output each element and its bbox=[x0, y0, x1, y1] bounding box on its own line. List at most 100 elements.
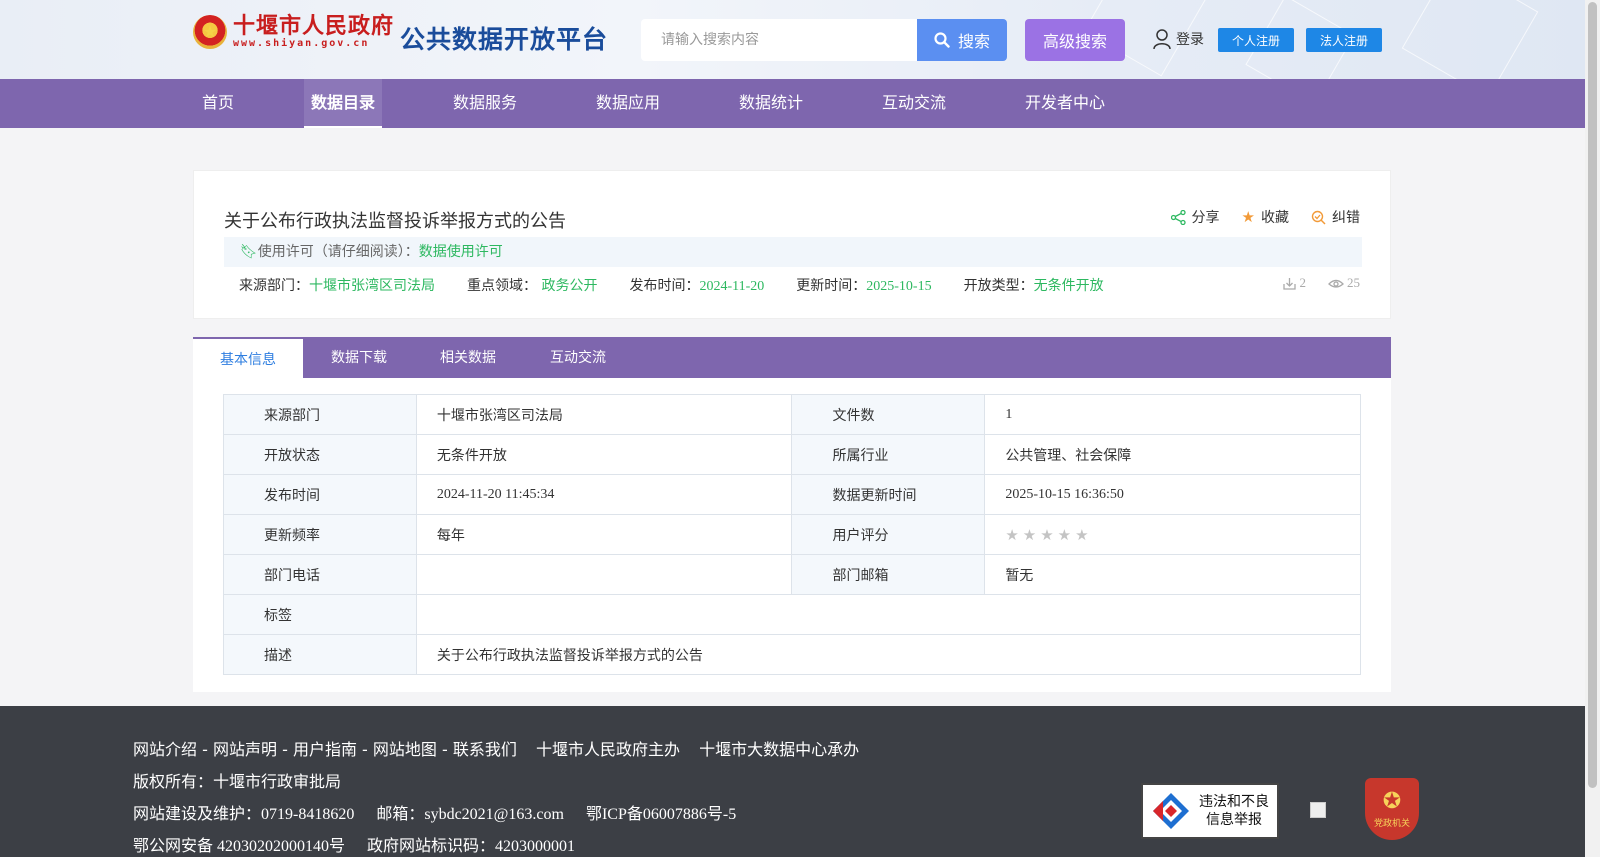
user-icon bbox=[1153, 29, 1171, 50]
cell-label: 描述 bbox=[223, 634, 417, 675]
site-logo[interactable]: ★ 十堰市人民政府 www.shiyan.gov.cn bbox=[193, 14, 394, 49]
footer-contact-row: 网站建设及维护：0719-8418620 邮箱：sybdc2021@163.co… bbox=[133, 800, 736, 824]
footer-link-separator: - bbox=[436, 740, 453, 759]
footer-links-row: 网站介绍 - 网站声明 - 用户指南 - 网站地图 - 联系我们 十堰市人民政府… bbox=[133, 736, 859, 760]
cell-value: 2024-11-20 11:45:34 bbox=[415, 474, 793, 515]
star-icon[interactable]: ★ bbox=[1058, 526, 1071, 544]
report-logo-icon bbox=[1153, 793, 1189, 829]
personal-register-button[interactable]: 个人注册 bbox=[1218, 28, 1294, 52]
cell-label: 开放状态 bbox=[223, 434, 417, 475]
nav-item-data-catalog[interactable]: 数据目录 bbox=[304, 79, 383, 128]
login-link[interactable]: 登录 bbox=[1152, 28, 1204, 50]
nav-item-data-service[interactable]: 数据服务 bbox=[453, 79, 517, 128]
table-row: 描述 关于公布行政执法监督投诉举报方式的公告 bbox=[223, 634, 1362, 675]
tab-interaction[interactable]: 互动交流 bbox=[550, 337, 606, 378]
national-emblem-icon: ★ bbox=[193, 14, 227, 49]
scrollbar-thumb[interactable] bbox=[1588, 2, 1597, 788]
footer-link-about[interactable]: 网站介绍 bbox=[133, 740, 197, 759]
share-icon bbox=[1170, 209, 1186, 225]
cell-value bbox=[415, 554, 793, 595]
meta-source-value[interactable]: 十堰市张湾区司法局 bbox=[309, 278, 435, 294]
nav-item-developer-center[interactable]: 开发者中心 bbox=[1025, 79, 1105, 128]
footer-gov-id: 政府网站标识码：4203000001 bbox=[367, 838, 576, 855]
advanced-search-button[interactable]: 高级搜索 bbox=[1025, 19, 1125, 61]
correct-button[interactable]: 纠错 bbox=[1311, 207, 1360, 227]
footer-link-contact[interactable]: 联系我们 bbox=[453, 740, 517, 759]
table-row: 标签 bbox=[223, 594, 1362, 635]
illegal-info-report-link[interactable]: 违法和不良 信息举报 bbox=[1141, 783, 1279, 839]
cell-value: ★ ★ ★ ★ ★ bbox=[984, 514, 1361, 555]
star-icon[interactable]: ★ bbox=[1075, 526, 1088, 544]
basic-info-table: 来源部门 十堰市张湾区司法局 文件数 1 开放状态 无条件开放 所属行业 公共管… bbox=[223, 394, 1362, 675]
detail-tabs: 基本信息 数据下载 相关数据 互动交流 bbox=[193, 337, 1391, 378]
vertical-scrollbar[interactable] bbox=[1585, 0, 1600, 857]
star-icon[interactable]: ★ bbox=[1040, 526, 1053, 544]
footer: 网站介绍 - 网站声明 - 用户指南 - 网站地图 - 联系我们 十堰市人民政府… bbox=[0, 706, 1585, 857]
correct-label: 纠错 bbox=[1332, 210, 1360, 226]
table-row: 来源部门 十堰市张湾区司法局 文件数 1 bbox=[223, 394, 1361, 435]
footer-organizer: 十堰市大数据中心承办 bbox=[699, 740, 860, 759]
platform-title: 公共数据开放平台 bbox=[400, 25, 609, 54]
star-icon[interactable]: ★ bbox=[1005, 526, 1018, 544]
badge-text: 党政机关 bbox=[1373, 819, 1410, 829]
meta-domain-value[interactable]: 政务公开 bbox=[541, 278, 597, 294]
download-icon bbox=[1282, 277, 1296, 290]
table-row: 发布时间 2024-11-20 11:45:34 数据更新时间 2025-10-… bbox=[223, 474, 1361, 515]
table-row: 更新频率 每年 用户评分 ★ ★ ★ ★ ★ bbox=[223, 514, 1361, 555]
nav-item-home[interactable]: 首页 bbox=[202, 79, 234, 128]
nav-item-data-statistics[interactable]: 数据统计 bbox=[739, 79, 803, 128]
header: ★ 十堰市人民政府 www.shiyan.gov.cn 公共数据开放平台 搜索 … bbox=[0, 0, 1585, 79]
meta-publish-label: 发布时间： bbox=[629, 278, 700, 294]
footer-link-sitemap[interactable]: 网站地图 bbox=[373, 740, 437, 759]
cell-value: 1 bbox=[984, 394, 1361, 435]
nav-item-interaction[interactable]: 互动交流 bbox=[882, 79, 946, 128]
favorite-button[interactable]: ★ 收藏 bbox=[1242, 207, 1289, 227]
party-government-badge[interactable]: ✪ 党政机关 bbox=[1365, 778, 1419, 840]
download-count-value: 2 bbox=[1299, 275, 1307, 290]
footer-icp[interactable]: 鄂ICP备06007886号-5 bbox=[586, 806, 736, 823]
share-label: 分享 bbox=[1191, 210, 1220, 226]
license-link[interactable]: 数据使用许可 bbox=[419, 244, 503, 260]
search-button[interactable]: 搜索 bbox=[917, 19, 1007, 61]
report-line-2: 信息举报 bbox=[1206, 812, 1262, 828]
footer-record-row: 鄂公网安备 42030202000140号 政府网站标识码：4203000001 bbox=[133, 832, 575, 856]
footer-maintenance: 网站建设及维护：0719-8418620 bbox=[133, 806, 355, 823]
tab-basic-info[interactable]: 基本信息 bbox=[193, 337, 303, 378]
cell-value: 每年 bbox=[415, 514, 793, 555]
correction-icon bbox=[1311, 210, 1326, 225]
tab-data-download[interactable]: 数据下载 bbox=[331, 337, 387, 378]
footer-link-statement[interactable]: 网站声明 bbox=[213, 740, 277, 759]
license-prefix: 使用许可（请仔细阅读）： bbox=[257, 244, 419, 260]
badge-emblem-icon: ✪ bbox=[1382, 789, 1402, 814]
nav-item-data-application[interactable]: 数据应用 bbox=[596, 79, 660, 128]
star-icon[interactable]: ★ bbox=[1023, 526, 1036, 544]
cell-value: 2025-10-15 16:36:50 bbox=[984, 474, 1361, 515]
cell-value: 暂无 bbox=[984, 554, 1361, 595]
cell-value bbox=[415, 594, 1362, 635]
dataset-title: 关于公布行政执法监督投诉举报方式的公告 bbox=[224, 211, 566, 232]
site-url: www.shiyan.gov.cn bbox=[233, 38, 370, 49]
login-label: 登录 bbox=[1176, 32, 1204, 48]
meta-update-value: 2025-10-15 bbox=[866, 279, 932, 294]
dataset-summary-card: 关于公布行政执法监督投诉举报方式的公告 分享 ★ 收藏 纠错 🔖︎使用许可（请仔… bbox=[193, 170, 1391, 319]
search-button-label: 搜索 bbox=[957, 32, 990, 51]
cell-label: 更新频率 bbox=[223, 514, 417, 555]
footer-link-separator: - bbox=[276, 740, 293, 759]
footer-host: 十堰市人民政府主办 bbox=[535, 740, 680, 759]
cell-value: 关于公布行政执法监督投诉举报方式的公告 bbox=[415, 634, 1362, 675]
legal-register-button[interactable]: 法人注册 bbox=[1306, 28, 1382, 52]
cell-label: 部门电话 bbox=[223, 554, 417, 595]
rating-stars[interactable]: ★ ★ ★ ★ ★ bbox=[1005, 526, 1340, 544]
broken-image-icon bbox=[1310, 802, 1326, 818]
cell-label: 用户评分 bbox=[791, 514, 986, 555]
footer-copyright: 版权所有：十堰市行政审批局 bbox=[133, 772, 342, 791]
view-count: 25 bbox=[1328, 275, 1360, 291]
search-input[interactable] bbox=[641, 19, 917, 61]
cell-value: 十堰市张湾区司法局 bbox=[415, 394, 793, 435]
footer-police-record[interactable]: 鄂公网安备 42030202000140号 bbox=[133, 838, 345, 855]
meta-publish-value: 2024-11-20 bbox=[699, 279, 765, 294]
tab-related-data[interactable]: 相关数据 bbox=[440, 337, 496, 378]
footer-link-guide[interactable]: 用户指南 bbox=[293, 740, 357, 759]
license-bar: 🔖︎使用许可（请仔细阅读）：数据使用许可 bbox=[224, 237, 1362, 267]
share-button[interactable]: 分享 bbox=[1170, 207, 1220, 227]
